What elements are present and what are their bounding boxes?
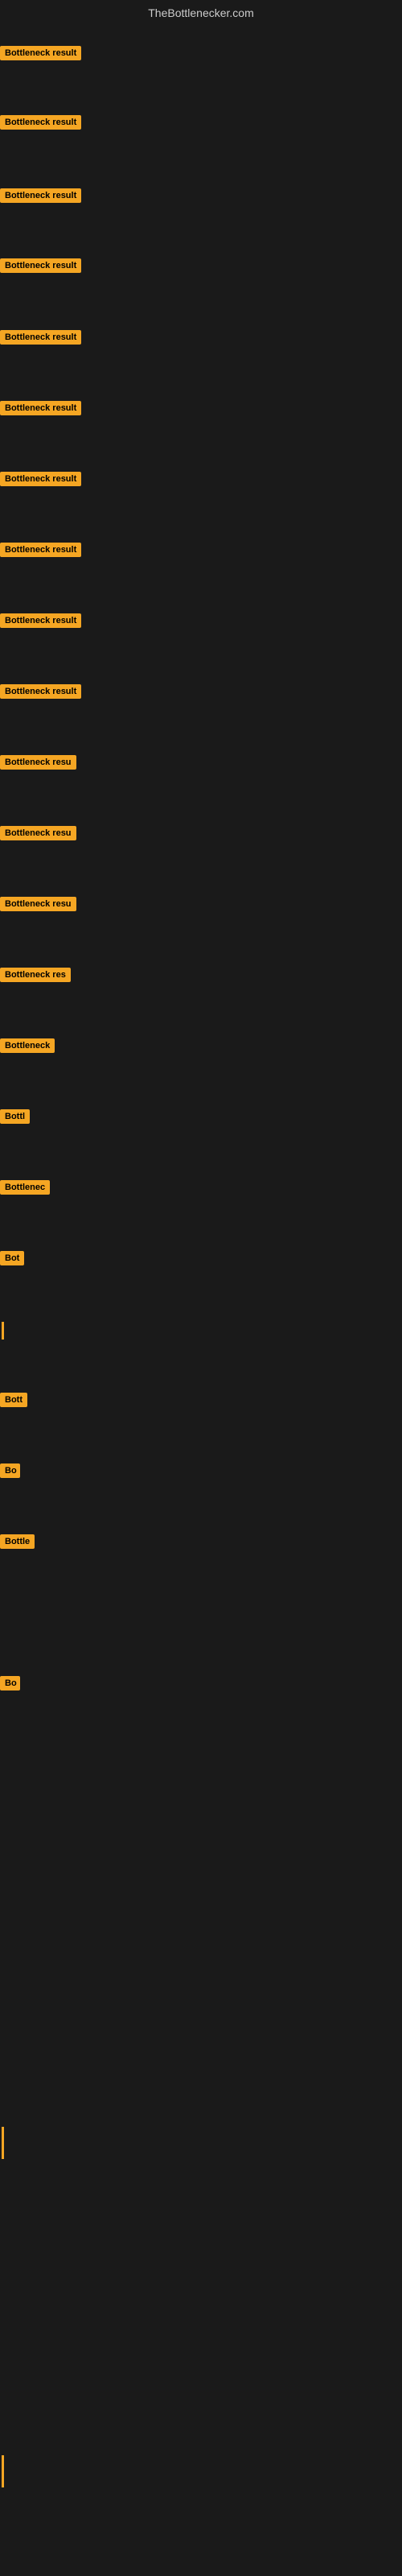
bottleneck-badge-8: Bottleneck result (0, 543, 81, 557)
bottleneck-badge-20: Bo (0, 1463, 20, 1478)
bottleneck-badge-7: Bottleneck result (0, 472, 81, 486)
bottleneck-badge-4: Bottleneck result (0, 258, 81, 273)
bottleneck-badge-6: Bottleneck result (0, 401, 81, 415)
bottleneck-badge-2: Bottleneck result (0, 115, 81, 130)
bottleneck-badge-13: Bottleneck resu (0, 897, 76, 911)
bottleneck-badge-22: Bo (0, 1676, 20, 1690)
bottleneck-badge-18: Bot (0, 1251, 24, 1265)
bottleneck-badge-21: Bottle (0, 1534, 35, 1549)
bottleneck-badge-1: Bottleneck result (0, 46, 81, 60)
bottleneck-badge-17: Bottlenec (0, 1180, 50, 1195)
bottleneck-badge-16: Bottl (0, 1109, 30, 1124)
bottleneck-badge-19: Bott (0, 1393, 27, 1407)
bottleneck-badge-3: Bottleneck result (0, 188, 81, 203)
vertical-line-2 (2, 2127, 4, 2159)
bottleneck-badge-12: Bottleneck resu (0, 826, 76, 840)
bottleneck-badge-9: Bottleneck result (0, 613, 81, 628)
bottleneck-badge-11: Bottleneck resu (0, 755, 76, 770)
bottleneck-badge-10: Bottleneck result (0, 684, 81, 699)
vertical-line-3 (2, 2455, 4, 2487)
bottleneck-badge-15: Bottleneck (0, 1038, 55, 1053)
vertical-line-1 (2, 1322, 4, 1340)
bottleneck-badge-5: Bottleneck result (0, 330, 81, 345)
bottleneck-badge-14: Bottleneck res (0, 968, 71, 982)
